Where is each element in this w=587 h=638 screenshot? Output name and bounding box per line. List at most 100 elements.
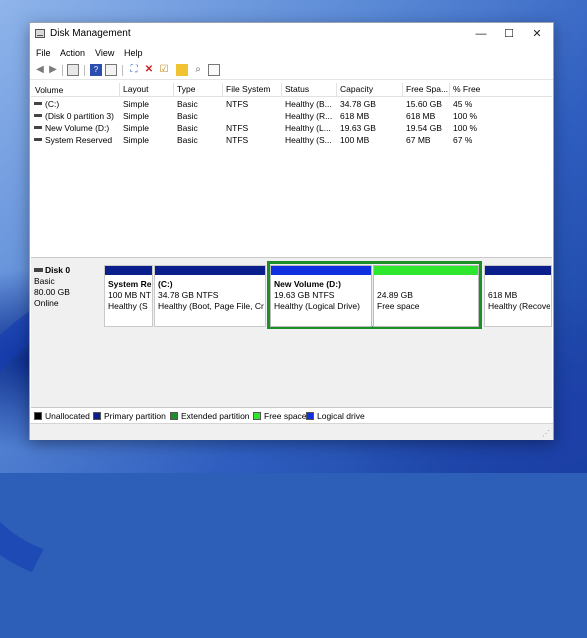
volume-name: (C:) [45,99,60,109]
column-header-volume[interactable]: Volume [35,85,63,95]
column-header-free-space[interactable]: Free Spa... [402,83,448,96]
volume-percent-free: 45 % [453,99,473,109]
legend-label: Primary partition [104,411,166,421]
menu-help[interactable]: Help [124,48,143,58]
title-bar[interactable]: Disk Management — ☐ ✕ [30,23,553,45]
legend-bar: Unallocated Primary partition Extended p… [31,407,552,423]
volume-row[interactable]: System Reserved Simple Basic NTFS Health… [31,134,552,146]
legend-swatch [306,412,314,420]
disk-size: 80.00 GB [34,287,70,297]
properties-icon[interactable] [105,64,117,76]
help-icon[interactable]: ? [90,64,102,76]
volume-list-header: Volume Layout Type File System Status Ca… [31,83,552,97]
partition-recovery[interactable]: 618 MB Healthy (Recove [484,265,552,327]
settings-list-icon[interactable] [208,64,220,76]
volume-layout: Simple [123,111,149,121]
partition-color-bar [485,266,551,275]
volume-layout: Simple [123,123,149,133]
volume-free-space: 19.54 GB [406,123,442,133]
partition-color-bar [105,266,152,275]
partition-new-volume-d[interactable]: New Volume (D:) 19.63 GB NTFS Healthy (L… [270,265,372,327]
volume-row[interactable]: (Disk 0 partition 3) Simple Basic Health… [31,110,552,122]
open-folder-icon[interactable] [176,64,188,76]
partition-size: 24.89 GB [377,290,413,300]
resize-grip-icon[interactable]: ⋰ [542,429,550,438]
menu-view[interactable]: View [95,48,114,58]
menu-bar: File Action View Help [30,46,553,61]
volume-type: Basic [177,123,198,133]
partition-c[interactable]: (C:) 34.78 GB NTFS Healthy (Boot, Page F… [154,265,266,327]
partition-color-bar [271,266,371,275]
volume-capacity: 618 MB [340,111,370,121]
volume-percent-free: 67 % [453,135,473,145]
legend-label: Unallocated [45,411,90,421]
volume-row[interactable]: (C:) Simple Basic NTFS Healthy (B... 34.… [31,98,552,110]
menu-action[interactable]: Action [60,48,85,58]
legend-swatch [170,412,178,420]
partition-status: Healthy (S [108,301,148,311]
partition-system-reserved[interactable]: System Re 100 MB NT Healthy (S [104,265,153,327]
partition-size: 34.78 GB NTFS [158,290,219,300]
volume-free-space: 618 MB [406,111,436,121]
column-header-capacity[interactable]: Capacity [336,83,373,96]
volume-type: Basic [177,99,198,109]
back-icon[interactable]: ◀ [34,64,46,76]
disk-management-window: Disk Management — ☐ ✕ File Action View H… [29,22,554,440]
connect-disk-icon[interactable]: ⛶ [128,64,140,76]
legend-item-logical: Logical drive [306,411,365,421]
volume-file-system: NTFS [226,135,249,145]
checklist-icon[interactable]: ☑ [158,64,170,76]
column-header-layout[interactable]: Layout [119,83,149,96]
volume-row[interactable]: New Volume (D:) Simple Basic NTFS Health… [31,122,552,134]
disk-info-panel[interactable]: Disk 0 Basic 80.00 GB Online [34,265,102,327]
column-header-status[interactable]: Status [281,83,309,96]
partition-status: Healthy (Boot, Page File, Cr [158,301,264,311]
volume-capacity: 100 MB [340,135,370,145]
disk-name: Disk 0 [45,265,71,275]
legend-item-primary: Primary partition [93,411,166,421]
volume-layout: Simple [123,135,149,145]
column-header-file-system[interactable]: File System [222,83,270,96]
minimize-button[interactable]: — [467,23,495,45]
menu-file[interactable]: File [36,48,51,58]
show-hide-console-tree-icon[interactable] [67,64,79,76]
volume-capacity: 34.78 GB [340,99,376,109]
column-header-percent-free[interactable]: % Free [449,83,480,96]
legend-swatch [253,412,261,420]
volume-file-system: NTFS [226,99,249,109]
volume-percent-free: 100 % [453,123,478,133]
toolbar: ◀ ▶ ? ⛶ ✕ ☑ ⌕ [30,62,553,80]
partition-size: 19.63 GB NTFS [274,290,335,300]
legend-item-free-space: Free space [253,411,307,421]
volume-type: Basic [177,135,198,145]
volume-icon [34,114,42,117]
toolbar-separator [62,65,63,76]
toolbar-separator [122,65,123,76]
partition-status: Free space [377,301,420,311]
toolbar-separator [84,65,85,76]
volume-icon [34,126,42,129]
volume-capacity: 19.63 GB [340,123,376,133]
disk-icon [34,268,43,272]
close-button[interactable]: ✕ [523,23,551,45]
disk-management-icon [35,29,45,38]
column-header-type[interactable]: Type [173,83,195,96]
volume-icon [34,102,42,105]
legend-label: Logical drive [317,411,365,421]
legend-swatch [93,412,101,420]
partition-status: Healthy (Logical Drive) [274,301,360,311]
window-title: Disk Management [50,28,131,39]
status-bar: ⋰ [30,423,553,440]
partition-free-space[interactable]: 24.89 GB Free space [373,265,479,327]
maximize-button[interactable]: ☐ [495,23,523,45]
legend-item-extended: Extended partition [170,411,250,421]
disk-graphical-view: Disk 0 Basic 80.00 GB Online System Re 1… [31,257,552,408]
forward-icon[interactable]: ▶ [47,64,59,76]
volume-list: Volume Layout Type File System Status Ca… [31,83,552,297]
legend-label: Extended partition [181,411,250,421]
legend-swatch [34,412,42,420]
partition-size: 618 MB [488,290,518,300]
delete-icon[interactable]: ✕ [143,64,155,76]
partition-color-bar [155,266,265,275]
search-icon[interactable]: ⌕ [192,64,204,76]
